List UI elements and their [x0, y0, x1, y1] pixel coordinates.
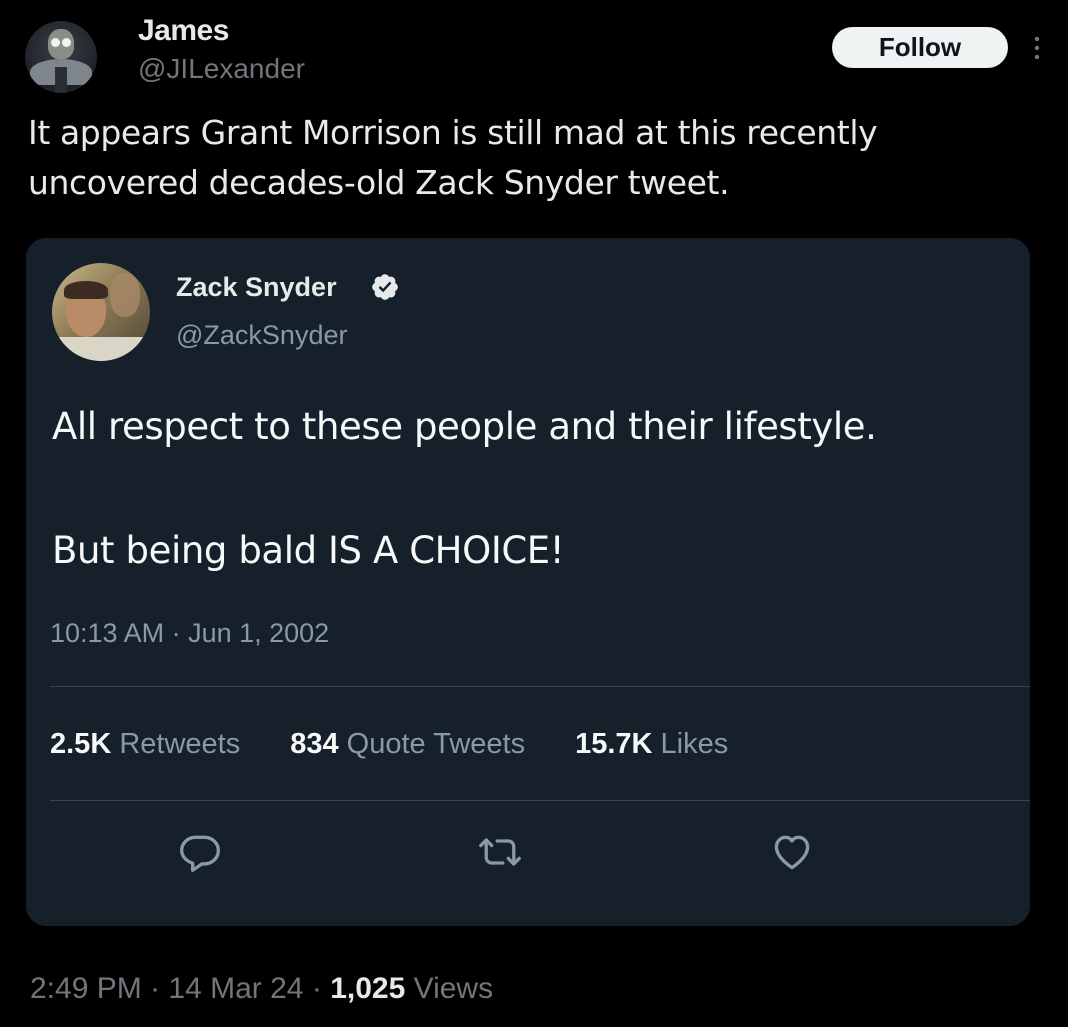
quoted-tweet-timestamp[interactable]: 10:13 AM · Jun 1, 2002 [50, 618, 329, 649]
tweet-text: It appears Grant Morrison is still mad a… [28, 113, 878, 202]
retweets-label: Retweets [119, 728, 241, 760]
reply-icon[interactable] [178, 830, 222, 874]
author-avatar[interactable] [25, 21, 97, 93]
separator-dot: · [311, 972, 322, 1005]
views-label: Views [413, 972, 494, 1005]
quoted-tweet-text: All respect to these people and their li… [52, 405, 877, 572]
engagement-stats: 2.5K Retweets 834 Quote Tweets 15.7K Lik… [50, 728, 728, 761]
tweet-time[interactable]: 2:49 PM [30, 972, 142, 1005]
divider [50, 800, 1030, 801]
likes-count: 15.7K [575, 728, 653, 760]
views-count: 1,025 [330, 972, 406, 1005]
retweet-icon[interactable] [478, 830, 522, 874]
quoted-tweet-card[interactable]: Zack Snyder @ZackSnyder All respect to t… [26, 238, 1030, 926]
author-name[interactable]: James [138, 14, 229, 48]
quoted-author-avatar[interactable] [52, 263, 150, 361]
tweet-date[interactable]: 14 Mar 24 [168, 972, 303, 1005]
quote-tweets-label: Quote Tweets [346, 728, 526, 760]
divider [50, 686, 1030, 687]
retweets-stat[interactable]: 2.5K Retweets [50, 728, 240, 761]
follow-button[interactable]: Follow [832, 27, 1008, 68]
quoted-author-handle[interactable]: @ZackSnyder [176, 320, 347, 351]
quote-tweets-stat[interactable]: 834 Quote Tweets [290, 728, 525, 761]
likes-stat[interactable]: 15.7K Likes [575, 728, 728, 761]
retweets-count: 2.5K [50, 728, 112, 760]
separator-dot: · [150, 972, 161, 1005]
likes-label: Likes [660, 728, 729, 760]
like-icon[interactable] [770, 830, 814, 874]
author-handle[interactable]: @JILexander [138, 53, 305, 85]
quote-tweets-count: 834 [290, 728, 339, 760]
tweet-meta-footer: 2:49 PM · 14 Mar 24 · 1,025 Views [30, 972, 493, 1006]
quoted-author-name[interactable]: Zack Snyder [176, 272, 337, 303]
more-options-icon[interactable] [1030, 34, 1044, 62]
verified-badge-icon [372, 274, 398, 300]
